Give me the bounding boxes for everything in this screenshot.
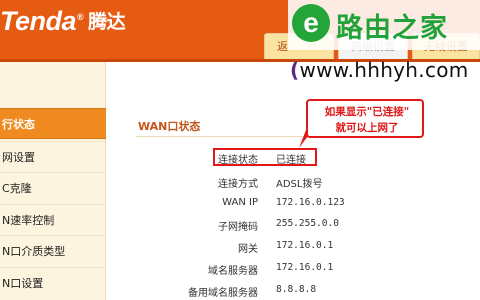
connection-type-label: 连接方式 bbox=[218, 179, 258, 190]
gateway-label: 网关 bbox=[238, 244, 258, 255]
sidebar-item-wan-media-type[interactable]: N口介质类型 bbox=[0, 235, 106, 266]
registered-mark: ® bbox=[77, 12, 84, 22]
callout-line-2: 就可以上网了 bbox=[335, 122, 399, 134]
watermark-url-text: www.hhhyh.com bbox=[299, 58, 469, 82]
connection-type-value: ADSL拨号 bbox=[276, 179, 323, 190]
watermark-site-name: 路由之家 bbox=[336, 13, 448, 44]
callout-line-1: 如果显示"已连接" bbox=[324, 106, 410, 118]
sidebar-item-running-status[interactable]: 行状态 bbox=[0, 108, 106, 139]
dns-server-value: 172.16.0.1 bbox=[276, 262, 334, 273]
wan-ip-value: 172.16.0.123 bbox=[276, 197, 345, 208]
brand-logo: Tenda® 腾达 bbox=[0, 6, 126, 37]
section-divider bbox=[136, 136, 316, 137]
status-highlight-box bbox=[213, 148, 317, 166]
sidebar-item-wan-port-settings[interactable]: N口设置 bbox=[0, 267, 106, 298]
backup-dns-value: 8.8.8.8 bbox=[276, 284, 317, 295]
wan-ip-label: WAN IP bbox=[222, 197, 258, 208]
backup-dns-label: 备用域名服务器 bbox=[188, 288, 258, 299]
sidebar-item-wan-setup[interactable]: 网设置 bbox=[0, 141, 106, 172]
watermark-url: (www.hhhyh.com bbox=[290, 58, 469, 82]
watermark-logo-icon: e bbox=[292, 4, 330, 42]
gateway-value: 172.16.0.1 bbox=[276, 240, 334, 251]
sidebar-item-mac-clone[interactable]: C克隆 bbox=[0, 172, 106, 203]
sidebar-menu: 行状态 网设置 C克隆 N速率控制 N口介质类型 N口设置 bbox=[0, 62, 106, 300]
subnet-mask-value: 255.255.0.0 bbox=[276, 218, 339, 229]
sidebar-item-wan-speed-control[interactable]: N速率控制 bbox=[0, 204, 106, 235]
annotation-callout: 如果显示"已连接" 就可以上网了 bbox=[306, 99, 424, 138]
dns-server-label: 域名服务器 bbox=[208, 266, 258, 277]
brand-name-cn: 腾达 bbox=[88, 12, 126, 33]
brand-name: Tenda bbox=[0, 6, 77, 36]
subnet-mask-label: 子网掩码 bbox=[218, 222, 258, 233]
section-title: WAN口状态 bbox=[138, 120, 201, 133]
